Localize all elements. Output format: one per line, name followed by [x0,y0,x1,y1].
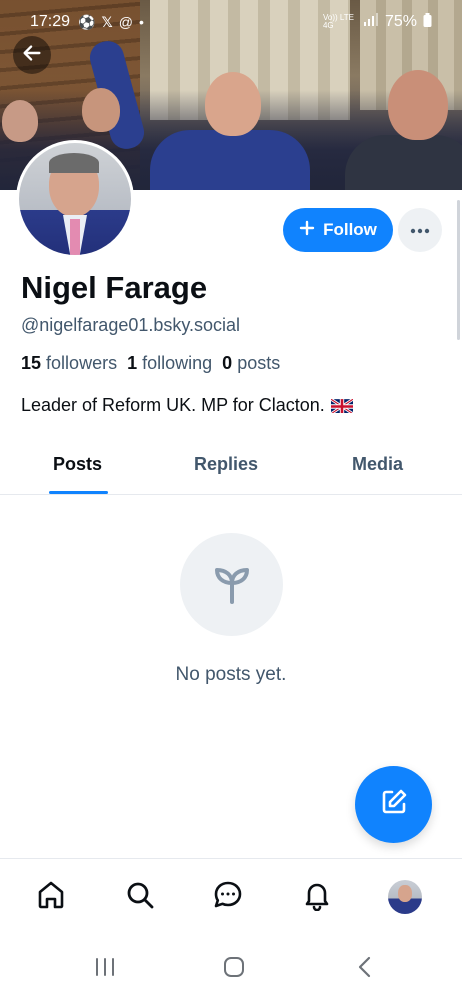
bell-icon [301,879,333,916]
empty-state-icon-container [180,533,283,636]
status-notification-icons: ⚽ 𝕏 @ • [78,14,144,31]
follow-button[interactable]: Follow [283,208,393,252]
avatar-image [19,143,131,255]
compose-post-button[interactable] [355,766,432,843]
more-options-button[interactable] [398,208,442,252]
tab-posts[interactable]: Posts [53,454,102,475]
tab-replies[interactable]: Replies [194,454,258,475]
banner-person-head [205,72,261,136]
profile-name: Nigel Farage [21,270,208,305]
recent-apps-button[interactable] [92,956,118,982]
tab-media[interactable]: Media [352,454,403,475]
avatar-tie [70,219,80,255]
dot-icon: • [138,14,144,30]
back-button[interactable] [13,36,51,74]
chevron-left-icon [357,956,373,983]
following-count: 1 [127,353,138,373]
posts-count: 0 [222,353,233,373]
nav-home[interactable] [31,877,71,917]
battery-text: 75% [384,13,417,30]
active-tab-indicator [49,491,108,494]
home-circle-icon [223,956,245,983]
bottom-navigation [0,858,462,938]
avatar-hair [49,153,99,173]
follow-label: Follow [323,220,377,239]
followers-stat[interactable]: 15 followers [21,353,117,374]
plus-icon [299,220,315,241]
bio-text: Leader of Reform UK. MP for Clacton. [21,395,325,415]
profile-handle: @nigelfarage01.bsky.social [21,315,241,335]
empty-state-message: No posts yet. [175,664,287,685]
status-time: 17:29 [30,13,71,30]
recent-apps-icon [94,957,116,982]
system-navigation-bar [0,938,462,1000]
avatar [388,880,422,914]
sprout-icon [207,557,257,612]
ellipsis-icon [410,221,430,239]
threads-icon: @ [118,14,133,30]
status-right: Vo)) LTE 4G 75% [322,12,432,32]
nav-chat[interactable] [208,877,248,917]
following-label: following [142,353,213,373]
profile-stats: 15 followers 1 following 0 posts [21,353,280,374]
signal-icon [363,12,379,32]
compose-icon [378,786,410,823]
banner-person-right-head [388,70,448,140]
battery-icon [423,12,432,32]
chat-icon [212,879,244,916]
banner-person-right-body [345,135,462,190]
posts-stat: 0 posts [222,353,280,374]
search-icon [124,879,156,916]
profile-avatar[interactable] [16,140,134,258]
home-icon [35,879,67,916]
posts-label: posts [237,353,281,373]
profile-tabs: Posts Replies Media [0,440,462,495]
banner-person-body [150,130,310,190]
followers-label: followers [46,353,118,373]
status-bar: 17:29 ⚽ 𝕏 @ • Vo)) LTE 4G 75% [0,0,462,44]
nav-notifications[interactable] [297,877,337,917]
nav-profile[interactable] [385,877,425,917]
x-icon: 𝕏 [101,13,113,30]
banner-person-left2-head [82,88,120,132]
nav-search[interactable] [120,877,160,917]
following-stat[interactable]: 1 following [127,353,212,374]
home-button[interactable] [221,956,247,982]
nav-avatar-face [398,885,412,902]
soccer-icon: ⚽ [78,13,96,30]
system-back-button[interactable] [352,956,378,982]
banner-person-left-head [2,100,38,142]
network-label: Vo)) LTE 4G [322,13,354,30]
profile-bio: Leader of Reform UK. MP for Clacton. [21,395,353,416]
uk-flag-icon [330,398,353,413]
arrow-left-icon [21,42,43,69]
followers-count: 15 [21,353,42,373]
scrollbar[interactable] [457,200,460,340]
